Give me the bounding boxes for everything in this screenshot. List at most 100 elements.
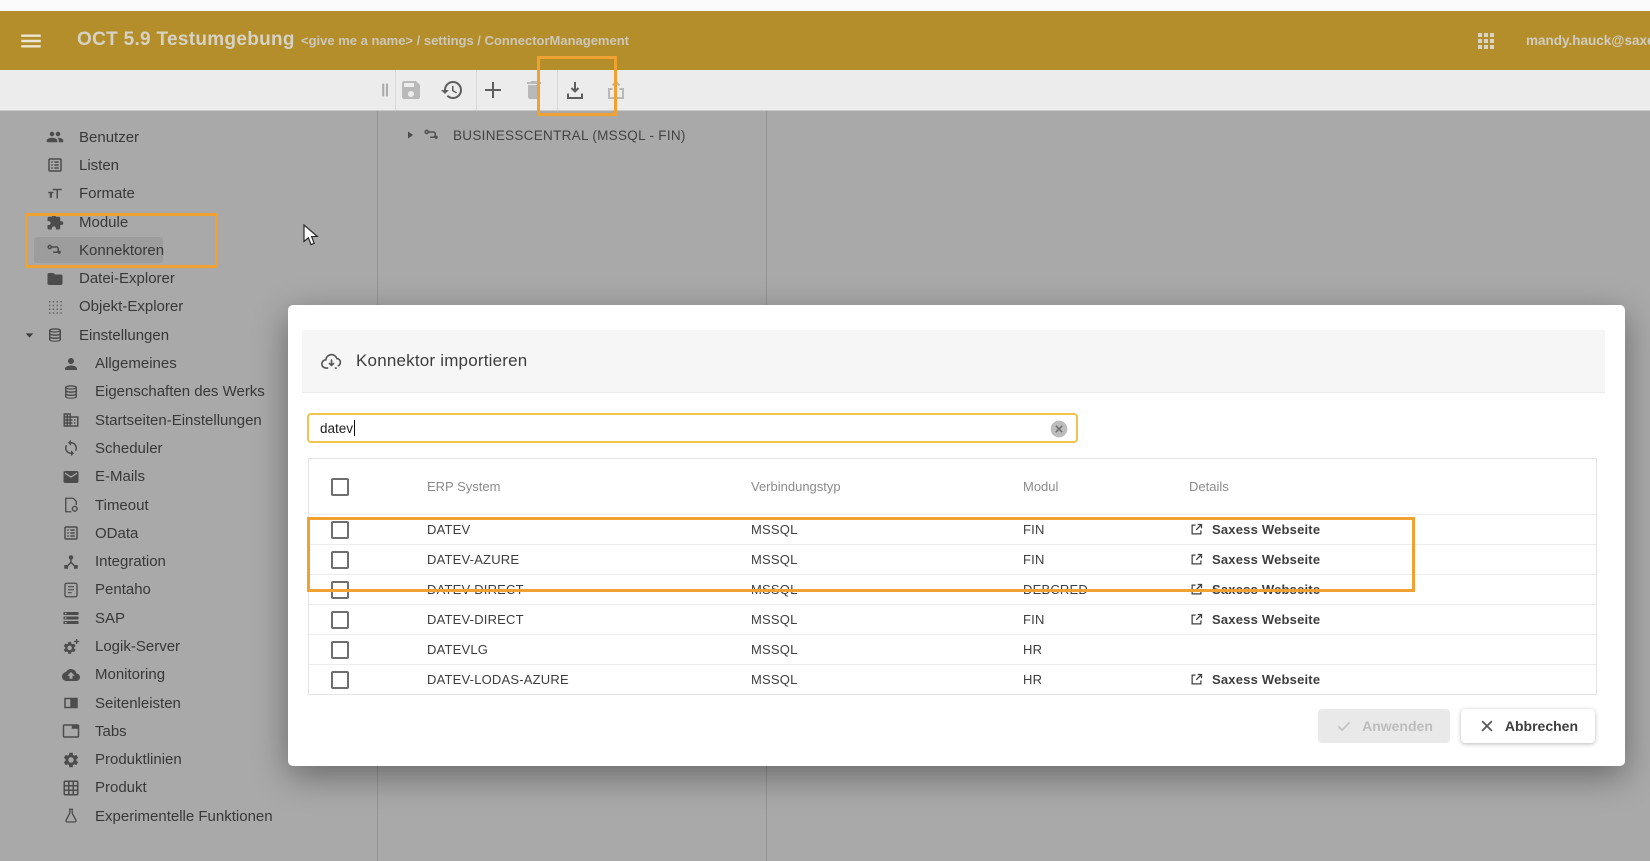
search-value: datev (320, 421, 353, 436)
table-row-datev-direct-fin[interactable]: DATEV-DIRECT MSSQL FIN Saxess Webseite (309, 604, 1596, 634)
import-icon (563, 78, 587, 102)
text-caret (354, 420, 355, 436)
sidebar-item-formate[interactable]: Formate (0, 180, 377, 208)
export-icon (604, 78, 628, 102)
column-header-erp-system: ERP System (427, 479, 751, 494)
breadcrumb: <give me a name> / settings / ConnectorM… (301, 33, 629, 48)
row-checkbox[interactable] (331, 521, 349, 539)
list-icon (46, 156, 64, 174)
details-link: Saxess Webseite (1189, 582, 1596, 597)
sidebar-item-experimentelle-funktionen[interactable]: Experimentelle Funktionen (0, 802, 377, 830)
details-link-label[interactable]: Saxess Webseite (1212, 582, 1320, 597)
integration-icon (62, 553, 80, 571)
delete-icon (522, 78, 546, 102)
pentaho-icon (62, 581, 80, 599)
clear-icon[interactable] (1049, 419, 1069, 439)
restore-button[interactable] (440, 78, 464, 102)
list-icon (62, 524, 80, 542)
connector-icon (423, 126, 441, 144)
drag-handle-icon[interactable] (374, 79, 396, 101)
gear-plus-icon (62, 637, 80, 655)
expand-arrow-icon[interactable] (404, 129, 416, 141)
sidebar-item-datei-explorer[interactable]: Datei-Explorer (0, 264, 377, 292)
details-link: Saxess Webseite (1189, 522, 1596, 537)
row-checkbox[interactable] (331, 641, 349, 659)
apply-button[interactable]: Anwenden (1318, 709, 1450, 743)
database-icon (62, 383, 80, 401)
expand-arrow-icon[interactable] (23, 329, 36, 342)
table-row-datev-lodas-azure-hr[interactable]: DATEV-LODAS-AZURE MSSQL HR Saxess Websei… (309, 664, 1596, 694)
table-row-datevlg-hr[interactable]: DATEVLG MSSQL HR (309, 634, 1596, 664)
users-icon (46, 128, 64, 146)
details-link: Saxess Webseite (1189, 552, 1596, 567)
dialog-title: Konnektor importieren (356, 351, 527, 371)
table-row-datev-azure-fin[interactable]: DATEV-AZURE MSSQL FIN Saxess Webseite (309, 544, 1596, 574)
sidebar-item-module[interactable]: Module (0, 208, 377, 236)
row-checkbox[interactable] (331, 551, 349, 569)
add-button[interactable] (481, 78, 505, 102)
sidebar-item-konnektoren[interactable]: Konnektoren (0, 236, 377, 264)
building-icon (62, 411, 80, 429)
table-row-datev-fin[interactable]: DATEV MSSQL FIN Saxess Webseite (309, 514, 1596, 544)
sidebar-item-produkt[interactable]: Produkt (0, 774, 377, 802)
external-link-icon (1189, 522, 1204, 537)
details-link-label[interactable]: Saxess Webseite (1212, 552, 1320, 567)
dialog-buttons: Anwenden Abbrechen (1318, 709, 1595, 743)
select-all-checkbox[interactable] (331, 478, 349, 496)
menu-icon[interactable] (18, 28, 44, 54)
database-icon (46, 326, 64, 344)
search-input[interactable]: datev (307, 413, 1078, 443)
sidebar-layout-icon (62, 694, 80, 712)
server-icon (62, 609, 80, 627)
row-checkbox[interactable] (331, 671, 349, 689)
timeout-icon (62, 496, 80, 514)
sync-icon (62, 439, 80, 457)
export-button[interactable] (604, 78, 628, 102)
details-link-label[interactable]: Saxess Webseite (1212, 522, 1320, 537)
external-link-icon (1189, 612, 1204, 627)
table-row-datev-direct-debcred[interactable]: DATEV-DIRECT MSSQL DEBCRED Saxess Websei… (309, 574, 1596, 604)
row-checkbox[interactable] (331, 611, 349, 629)
dialog-header: Konnektor importieren (302, 330, 1605, 393)
external-link-icon (1189, 552, 1204, 567)
delete-button[interactable] (522, 78, 546, 102)
row-checkbox[interactable] (331, 581, 349, 599)
external-link-icon (1189, 582, 1204, 597)
person-icon (62, 355, 80, 373)
app-bar: OCT 5.9 Testumgebung <give me a name> / … (0, 11, 1650, 70)
toolbar-buttons (399, 78, 628, 102)
save-button[interactable] (399, 78, 423, 102)
apps-grid-icon[interactable] (1474, 29, 1498, 53)
import-connector-dialog: Konnektor importieren datev ERP System V… (288, 305, 1625, 766)
grid-icon (62, 779, 80, 797)
details-link-label[interactable]: Saxess Webseite (1212, 672, 1320, 687)
details-link-label[interactable]: Saxess Webseite (1212, 612, 1320, 627)
top-margin-strip (0, 0, 1650, 11)
restore-icon (440, 78, 464, 102)
sidebar-item-listen[interactable]: Listen (0, 151, 377, 179)
column-header-modul: Modul (1023, 479, 1189, 494)
app-title: OCT 5.9 Testumgebung (77, 29, 295, 51)
apply-button-label: Anwenden (1362, 718, 1433, 734)
column-header-details: Details (1189, 479, 1596, 494)
sidebar-item-benutzer[interactable]: Benutzer (0, 123, 377, 151)
tree-item-label: BUSINESSCENTRAL (MSSQL - FIN) (453, 128, 686, 143)
add-icon (481, 78, 505, 102)
details-link: Saxess Webseite (1189, 612, 1596, 627)
puzzle-icon (46, 213, 64, 231)
details-link: Saxess Webseite (1189, 672, 1596, 687)
dots-grid-icon (46, 298, 64, 316)
table-header: ERP System Verbindungstyp Modul Details (309, 459, 1596, 514)
table-body: DATEV MSSQL FIN Saxess Webseite DATEV-AZ… (309, 514, 1596, 694)
cancel-button[interactable]: Abbrechen (1461, 709, 1595, 743)
user-email[interactable]: mandy.hauck@saxe (1526, 33, 1650, 48)
flask-icon (62, 807, 80, 825)
tree-item-businesscentral[interactable]: BUSINESSCENTRAL (MSSQL - FIN) (404, 124, 686, 146)
import-button[interactable] (563, 78, 587, 102)
cloud-up-icon (62, 666, 80, 684)
external-link-icon (1189, 672, 1204, 687)
column-header-verbindungstyp: Verbindungstyp (751, 479, 1023, 494)
folder-icon (46, 270, 64, 288)
gear-icon (62, 751, 80, 769)
format-icon (46, 185, 64, 203)
